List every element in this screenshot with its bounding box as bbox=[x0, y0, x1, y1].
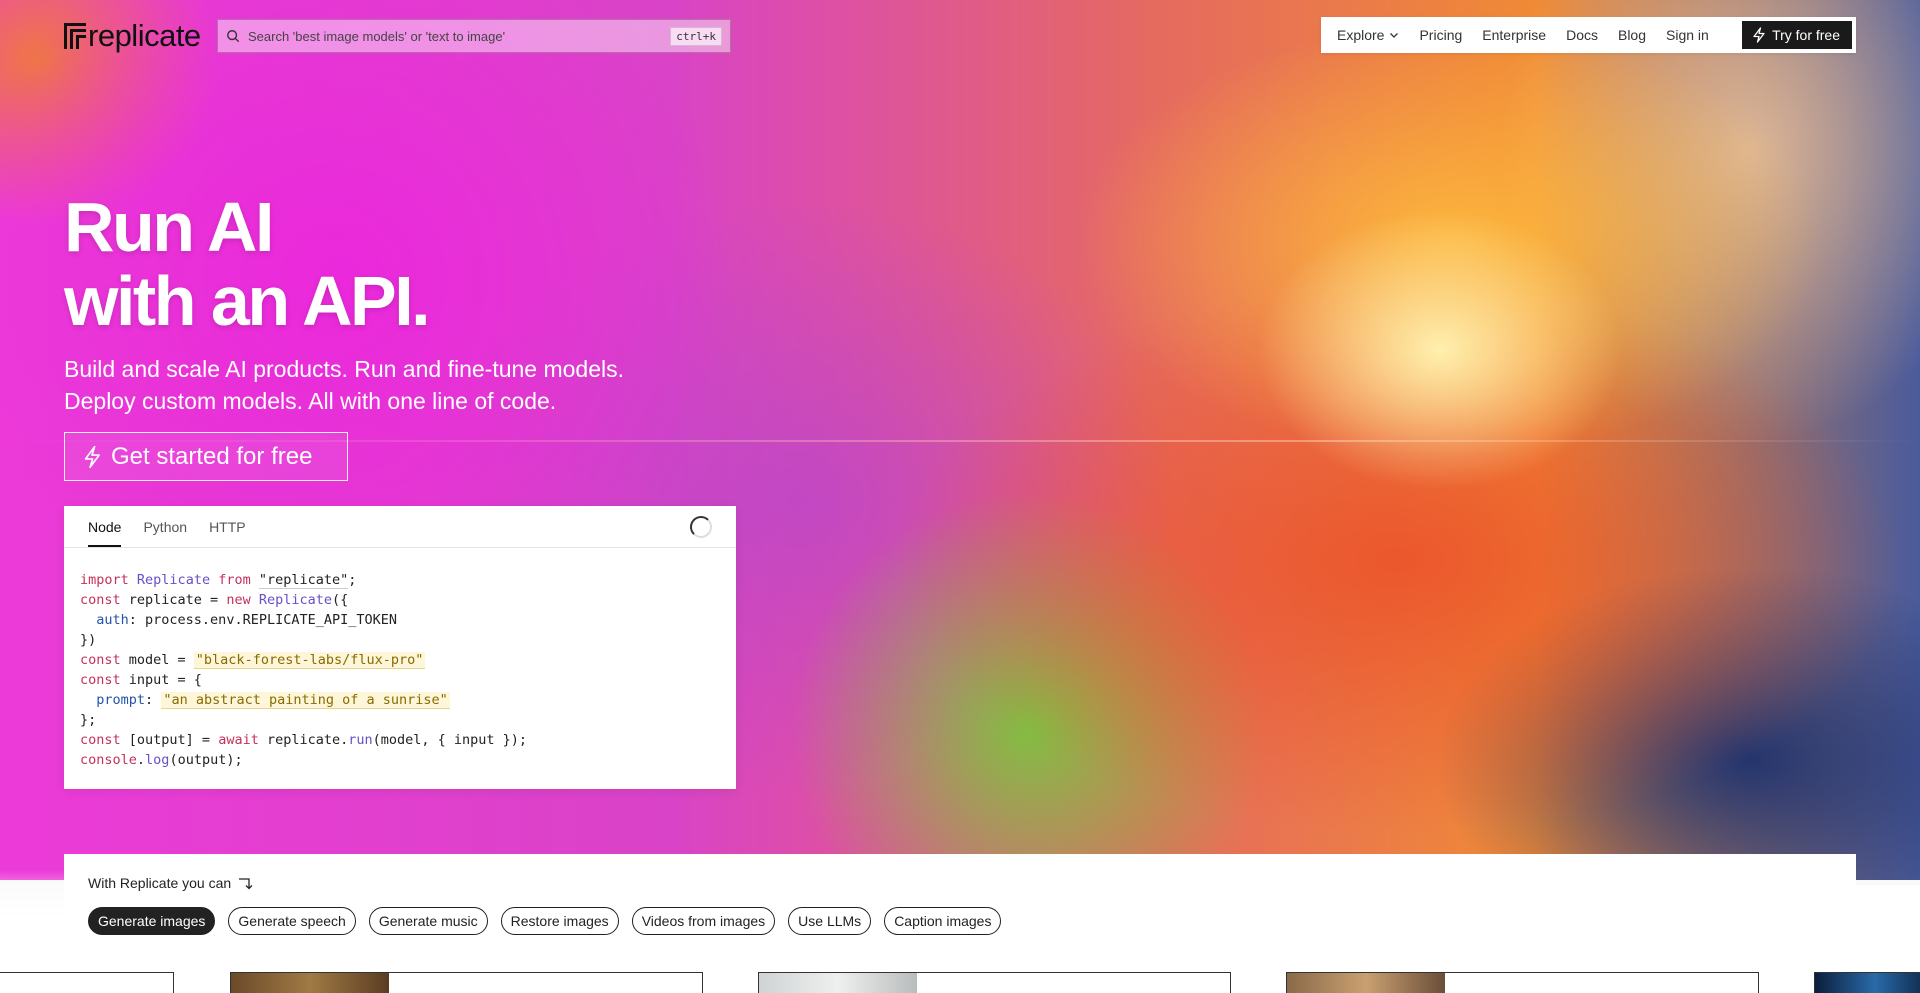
search-shortcut-badge: ctrl+k bbox=[670, 26, 722, 46]
lightning-bolt-icon bbox=[84, 445, 100, 468]
model-card-thumbnail bbox=[1287, 973, 1445, 993]
replicate-logo-mark-icon bbox=[64, 23, 86, 49]
try-for-free-button[interactable]: Try for free bbox=[1742, 21, 1852, 49]
loading-spinner-icon bbox=[690, 516, 712, 538]
code-line-1: import Replicate from "replicate"; bbox=[80, 572, 357, 589]
try-for-free-label: Try for free bbox=[1772, 27, 1840, 43]
pill-use-llms[interactable]: Use LLMs bbox=[788, 907, 872, 935]
tab-http[interactable]: HTTP bbox=[209, 519, 246, 547]
tab-python[interactable]: Python bbox=[143, 519, 187, 547]
nav-blog[interactable]: Blog bbox=[1618, 27, 1646, 43]
logo-text: replicate bbox=[88, 18, 201, 53]
code-line-7: prompt: "an abstract painting of a sunri… bbox=[96, 692, 450, 709]
nav-enterprise[interactable]: Enterprise bbox=[1482, 27, 1546, 43]
search-bar[interactable]: ctrl+k bbox=[217, 19, 731, 53]
code-language-tabs: Node Python HTTP bbox=[64, 506, 736, 548]
logo[interactable]: replicate bbox=[64, 18, 201, 54]
chevron-down-icon bbox=[1390, 33, 1399, 38]
model-card-thumbnail bbox=[231, 973, 389, 993]
code-block: import Replicate from "replicate"; const… bbox=[64, 548, 736, 770]
code-line-8: }; bbox=[80, 712, 97, 728]
code-line-5: const model = "black-forest-labs/flux-pr… bbox=[80, 652, 426, 669]
pill-generate-speech[interactable]: Generate speech bbox=[228, 907, 356, 935]
nav-pricing[interactable]: Pricing bbox=[1419, 27, 1462, 43]
get-started-button[interactable]: Get started for free bbox=[64, 432, 348, 481]
model-card[interactable] bbox=[1286, 972, 1759, 993]
hero-subtitle-line2: Deploy custom models. All with one line … bbox=[64, 388, 557, 414]
pill-generate-music[interactable]: Generate music bbox=[368, 907, 488, 935]
nav-sign-in[interactable]: Sign in bbox=[1666, 27, 1709, 43]
model-card[interactable] bbox=[1814, 972, 1920, 993]
code-line-9: const [output] = await replicate.run(mod… bbox=[80, 732, 528, 748]
code-example-panel: Node Python HTTP import Replicate from "… bbox=[64, 506, 736, 789]
code-line-2: const replicate = new Replicate({ bbox=[80, 592, 349, 608]
hero-subtitle-line1: Build and scale AI products. Run and fin… bbox=[64, 356, 625, 382]
pill-caption-images[interactable]: Caption images bbox=[884, 907, 1002, 935]
hero-title-line2: with an API. bbox=[64, 262, 431, 340]
nav-explore-label: Explore bbox=[1337, 27, 1385, 43]
pill-restore-images[interactable]: Restore images bbox=[500, 907, 619, 935]
model-card[interactable] bbox=[0, 972, 174, 993]
tab-node[interactable]: Node bbox=[88, 519, 122, 547]
nav-docs[interactable]: Docs bbox=[1566, 27, 1598, 43]
hero-title-line1: Run AI bbox=[64, 188, 274, 266]
hero-title: Run AI with an API. bbox=[64, 188, 431, 340]
search-icon bbox=[227, 30, 240, 43]
model-card-thumbnail bbox=[759, 973, 917, 993]
search-input[interactable] bbox=[248, 28, 671, 44]
arrow-down-right-icon bbox=[239, 878, 253, 890]
get-started-label: Get started for free bbox=[111, 442, 313, 470]
hero-subtitle: Build and scale AI products. Run and fin… bbox=[64, 353, 784, 417]
capabilities-label-text: With Replicate you can bbox=[88, 875, 232, 891]
capability-pills: Generate images Generate speech Generate… bbox=[88, 907, 1002, 935]
model-card-thumbnail bbox=[1815, 973, 1920, 993]
capabilities-label: With Replicate you can bbox=[88, 875, 253, 891]
model-card[interactable] bbox=[230, 972, 703, 993]
nav-explore[interactable]: Explore bbox=[1337, 27, 1399, 43]
model-card[interactable] bbox=[758, 972, 1231, 993]
pill-generate-images[interactable]: Generate images bbox=[88, 907, 216, 935]
lightning-bolt-icon bbox=[1753, 27, 1765, 43]
top-nav: Explore Pricing Enterprise Docs Blog Sig… bbox=[1321, 17, 1856, 53]
code-line-3: auth: process.env.REPLICATE_API_TOKEN bbox=[96, 612, 397, 628]
code-line-4: }) bbox=[80, 632, 97, 648]
pill-videos-from-images[interactable]: Videos from images bbox=[631, 907, 776, 935]
code-line-10: console.log(output); bbox=[80, 752, 243, 768]
code-line-6: const input = { bbox=[80, 672, 202, 688]
